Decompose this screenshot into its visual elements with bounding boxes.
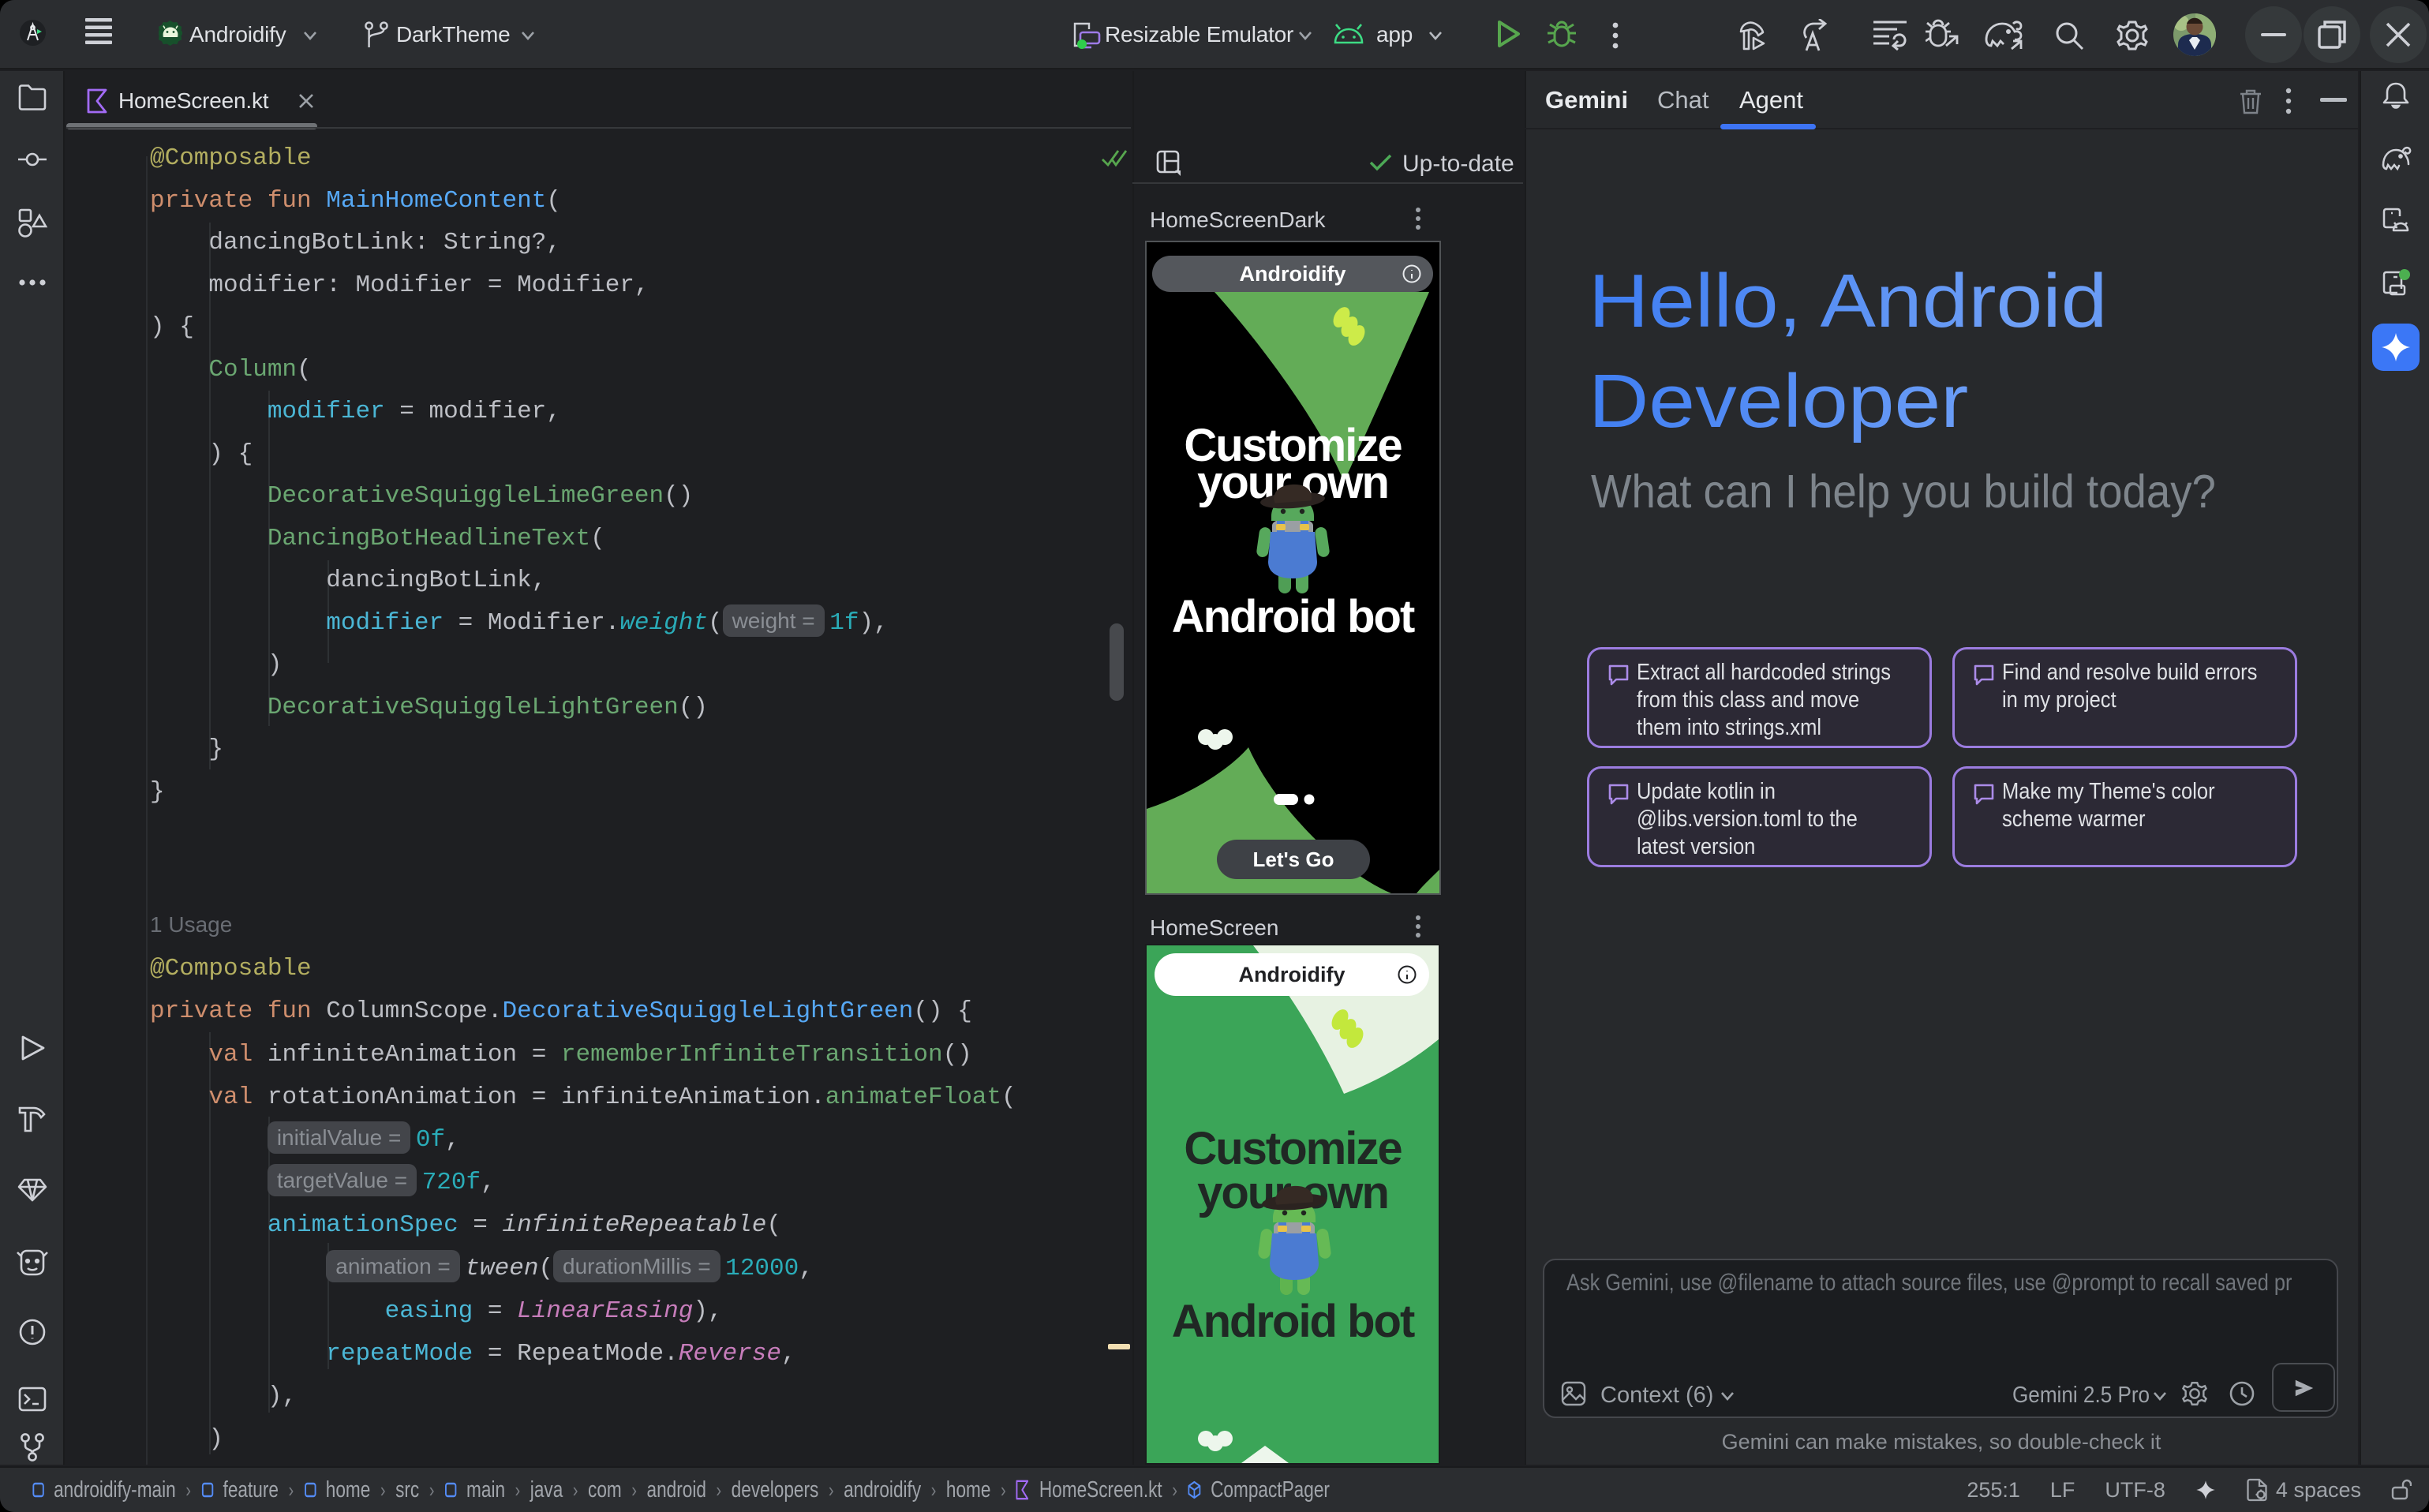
svg-text:Androidify: Androidify — [1240, 262, 1346, 286]
svg-text:Androidify: Androidify — [1239, 963, 1345, 986]
svg-text:Let's Go: Let's Go — [1253, 848, 1334, 871]
svg-text:Android bot: Android bot — [1172, 1296, 1415, 1347]
svg-text:Android bot: Android bot — [1172, 591, 1415, 642]
